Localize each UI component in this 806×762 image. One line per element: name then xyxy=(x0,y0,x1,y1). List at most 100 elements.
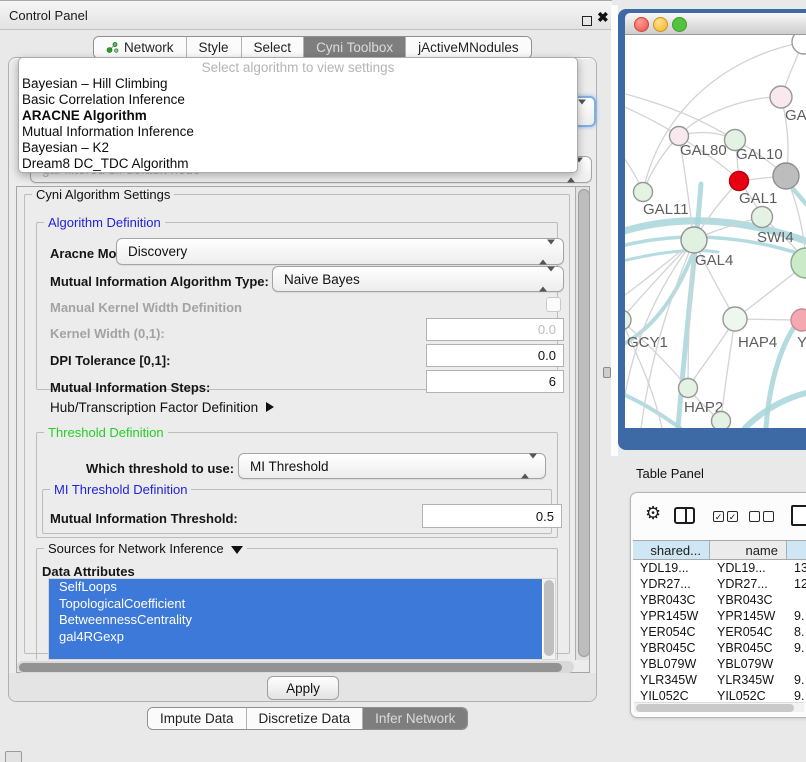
sources-group-toggle[interactable]: Sources for Network Inference xyxy=(44,541,247,556)
table-row[interactable]: YLR345WYLR345W9. xyxy=(633,672,806,688)
table-cell: YIL052C xyxy=(633,689,710,701)
columns-icon[interactable] xyxy=(674,507,695,524)
horizontal-scrollbar[interactable] xyxy=(17,661,574,673)
table-cell: YBL079W xyxy=(633,657,710,671)
table-horizontal-scrollbar[interactable] xyxy=(634,702,804,712)
tab-label: Discretize Data xyxy=(259,711,351,726)
dropdown-item-bayesian-k2[interactable]: Bayesian – K2 xyxy=(19,140,577,156)
network-node-hap2[interactable] xyxy=(679,379,698,398)
network-node-swi4[interactable] xyxy=(752,207,773,228)
dropdown-item-bayesian-hill-climbing[interactable]: Bayesian – Hill Climbing xyxy=(19,76,577,92)
column-header-shared[interactable]: shared... xyxy=(633,541,710,559)
float-panel-icon[interactable] xyxy=(582,16,592,26)
attributes-scrollbar-thumb[interactable] xyxy=(544,580,554,656)
table-cell: YBL079W xyxy=(710,657,787,671)
table-body: YDL19...YDL19...13YDR27...YDR27...12YBR0… xyxy=(633,560,806,701)
network-node-gcy1[interactable] xyxy=(625,310,631,330)
table-row[interactable]: YBR043CYBR043C xyxy=(633,592,806,608)
attribute-item-clipped[interactable] xyxy=(49,645,542,660)
tab-discretize-data[interactable]: Discretize Data xyxy=(246,708,363,729)
control-panel-tabs: NetworkStyleSelectCyni ToolboxjActiveMNo… xyxy=(93,36,532,59)
tab-jactivemnodules[interactable]: jActiveMNodules xyxy=(405,37,531,58)
which-threshold-select[interactable]: MI Threshold xyxy=(238,453,546,479)
network-canvas[interactable]: GALGAL80GAL10GAL1GAL11SWI4GAL4GCY1HAP4YH… xyxy=(625,35,806,428)
vertical-scrollbar[interactable] xyxy=(575,187,589,660)
manual-kernel-checkbox[interactable] xyxy=(546,297,561,312)
dropdown-item-mutual-information-inference[interactable]: Mutual Information Inference xyxy=(19,124,577,140)
table-row[interactable]: YPR145WYPR145W9. xyxy=(633,608,806,624)
panel-grip[interactable] xyxy=(5,751,22,762)
network-node-unlabeled[interactable] xyxy=(773,163,799,189)
table-row[interactable]: YDL19...YDL19...13 xyxy=(633,560,806,576)
network-node-hap4[interactable] xyxy=(723,307,747,331)
mi-threshold-field[interactable]: 0.5 xyxy=(422,504,562,528)
network-window-titlebar[interactable] xyxy=(625,13,806,35)
mi-type-select[interactable]: Naive Bayes xyxy=(272,266,564,292)
attribute-item-gal4rgexp[interactable]: gal4RGexp xyxy=(49,629,542,646)
table-row[interactable]: YDR27...YDR27...12 xyxy=(633,576,806,592)
select-all-checkbox-icon[interactable]: ✓ xyxy=(727,511,738,522)
apply-button[interactable]: Apply xyxy=(267,676,339,700)
table-cell: YIL052C xyxy=(710,689,787,701)
network-node-gal4[interactable] xyxy=(681,227,707,253)
kernel-width-field[interactable]: 0.0 xyxy=(426,318,564,341)
network-edge xyxy=(745,393,806,428)
network-node-y[interactable] xyxy=(791,309,806,331)
attribute-item-topologicalcoefficient[interactable]: TopologicalCoefficient xyxy=(49,596,542,613)
horizontal-scrollbar-thumb[interactable] xyxy=(19,663,562,672)
dropdown-item-basic-correlation-inference[interactable]: Basic Correlation Inference xyxy=(19,92,577,108)
vertical-scrollbar-thumb[interactable] xyxy=(578,189,590,657)
select-all-checkbox-icon[interactable]: ✓ xyxy=(713,511,724,522)
dropdown-item-dream8-dc-tdc-algorithm[interactable]: Dream8 DC_TDC Algorithm xyxy=(19,156,577,172)
collapse-down-icon xyxy=(231,546,243,554)
table-row[interactable]: YIL052CYIL052C9. xyxy=(633,688,806,701)
table-cell: YPR145W xyxy=(710,609,787,623)
close-panel-icon[interactable]: ✖ xyxy=(597,9,609,26)
gear-icon[interactable]: ⚙ xyxy=(645,505,661,523)
table-row[interactable]: YBL079WYBL079W xyxy=(633,656,806,672)
network-node-gal[interactable] xyxy=(770,86,792,108)
close-window-icon[interactable] xyxy=(634,17,649,32)
data-attributes-list: SelfLoopsTopologicalCoefficientBetweenne… xyxy=(48,578,556,660)
attribute-item-selfloops[interactable]: SelfLoops xyxy=(49,579,542,596)
table-cell: 13 xyxy=(787,561,806,575)
mi-steps-field[interactable]: 6 xyxy=(426,370,564,393)
stepper-arrows-icon xyxy=(539,272,555,287)
network-node-unlabeled[interactable] xyxy=(712,412,731,429)
table-cell: YDR27... xyxy=(710,577,787,591)
node-label: GAL10 xyxy=(736,146,783,163)
table-row[interactable]: YER054CYER054C8. xyxy=(633,624,806,640)
hub-section-toggle[interactable]: Hub/Transcription Factor Definition xyxy=(50,400,274,415)
column-header-clipped[interactable] xyxy=(787,541,806,559)
column-header-name[interactable]: name xyxy=(710,541,787,559)
table-cell: 8. xyxy=(787,625,806,639)
dpi-tolerance-field[interactable]: 0.0 xyxy=(426,344,564,367)
manual-kernel-label: Manual Kernel Width Definition xyxy=(50,300,242,315)
minimize-window-icon[interactable] xyxy=(653,17,668,32)
attributes-scrollbar[interactable] xyxy=(543,579,555,659)
table-panel-title: Table Panel xyxy=(636,466,704,481)
tab-select[interactable]: Select xyxy=(241,37,304,58)
tab-style[interactable]: Style xyxy=(186,37,241,58)
tab-impute-data[interactable]: Impute Data xyxy=(148,708,246,729)
attribute-item-betweennesscentrality[interactable]: BetweennessCentrality xyxy=(49,612,542,629)
deselect-all-checkbox-icon[interactable] xyxy=(763,511,774,522)
expand-right-icon xyxy=(266,402,274,412)
dropdown-item-aracne-algorithm[interactable]: ARACNE Algorithm xyxy=(19,108,577,124)
aracne-mode-select[interactable]: Discovery xyxy=(116,238,564,265)
tab-cyni-toolbox[interactable]: Cyni Toolbox xyxy=(303,37,405,58)
network-node-unlabeled[interactable] xyxy=(792,35,806,54)
table-cell: 9. xyxy=(787,641,806,655)
table-row[interactable]: YBR045CYBR045C9. xyxy=(633,640,806,656)
deselect-all-checkbox-icon[interactable] xyxy=(749,511,760,522)
tab-infer-network[interactable]: Infer Network xyxy=(362,708,467,729)
tab-network[interactable]: Network xyxy=(94,37,186,58)
export-table-icon[interactable] xyxy=(791,505,806,526)
splitter-handle[interactable] xyxy=(603,367,611,378)
network-node-gal11[interactable] xyxy=(634,183,653,202)
network-node-gal1[interactable] xyxy=(730,172,749,191)
dropdown-placeholder: Select algorithm to view settings xyxy=(19,60,577,76)
table-cell: YPR145W xyxy=(633,609,710,623)
table-scrollbar-thumb[interactable] xyxy=(636,704,794,712)
zoom-window-icon[interactable] xyxy=(672,17,687,32)
